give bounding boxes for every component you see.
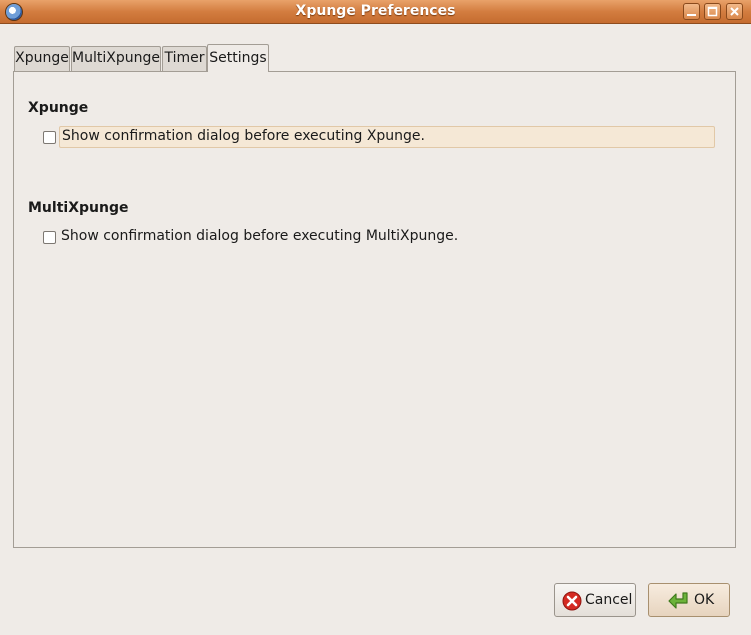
minimize-button[interactable] (683, 3, 700, 20)
xpunge-confirm-label[interactable]: Show confirmation dialog before executin… (59, 126, 715, 148)
cancel-button-label: Cancel (585, 592, 633, 608)
tab-multixpunge[interactable]: MultiXpunge (71, 46, 161, 72)
multixpunge-confirm-label[interactable]: Show confirmation dialog before executin… (59, 226, 458, 248)
xpunge-section-title: Xpunge (28, 100, 89, 116)
tab-settings[interactable]: Settings (207, 44, 269, 72)
tab-timer[interactable]: Timer (162, 46, 207, 72)
xpunge-confirm-checkbox[interactable] (43, 131, 56, 144)
tab-xpunge[interactable]: Xpunge (14, 46, 70, 72)
green-arrow-icon (668, 592, 688, 609)
maximize-icon (707, 6, 718, 17)
window-title: Xpunge Preferences (295, 3, 456, 19)
close-window-button[interactable] (726, 3, 743, 20)
ok-button-label: OK (694, 592, 715, 608)
cancel-button[interactable]: Cancel (554, 583, 636, 617)
minimize-icon (687, 14, 696, 16)
multixpunge-section-title: MultiXpunge (28, 200, 129, 216)
window-titlebar[interactable]: Xpunge Preferences (0, 0, 751, 24)
ok-button[interactable]: OK (648, 583, 730, 617)
multixpunge-confirm-checkbox[interactable] (43, 231, 56, 244)
close-icon (730, 7, 739, 16)
cancel-icon (562, 591, 582, 611)
maximize-button[interactable] (704, 3, 721, 20)
